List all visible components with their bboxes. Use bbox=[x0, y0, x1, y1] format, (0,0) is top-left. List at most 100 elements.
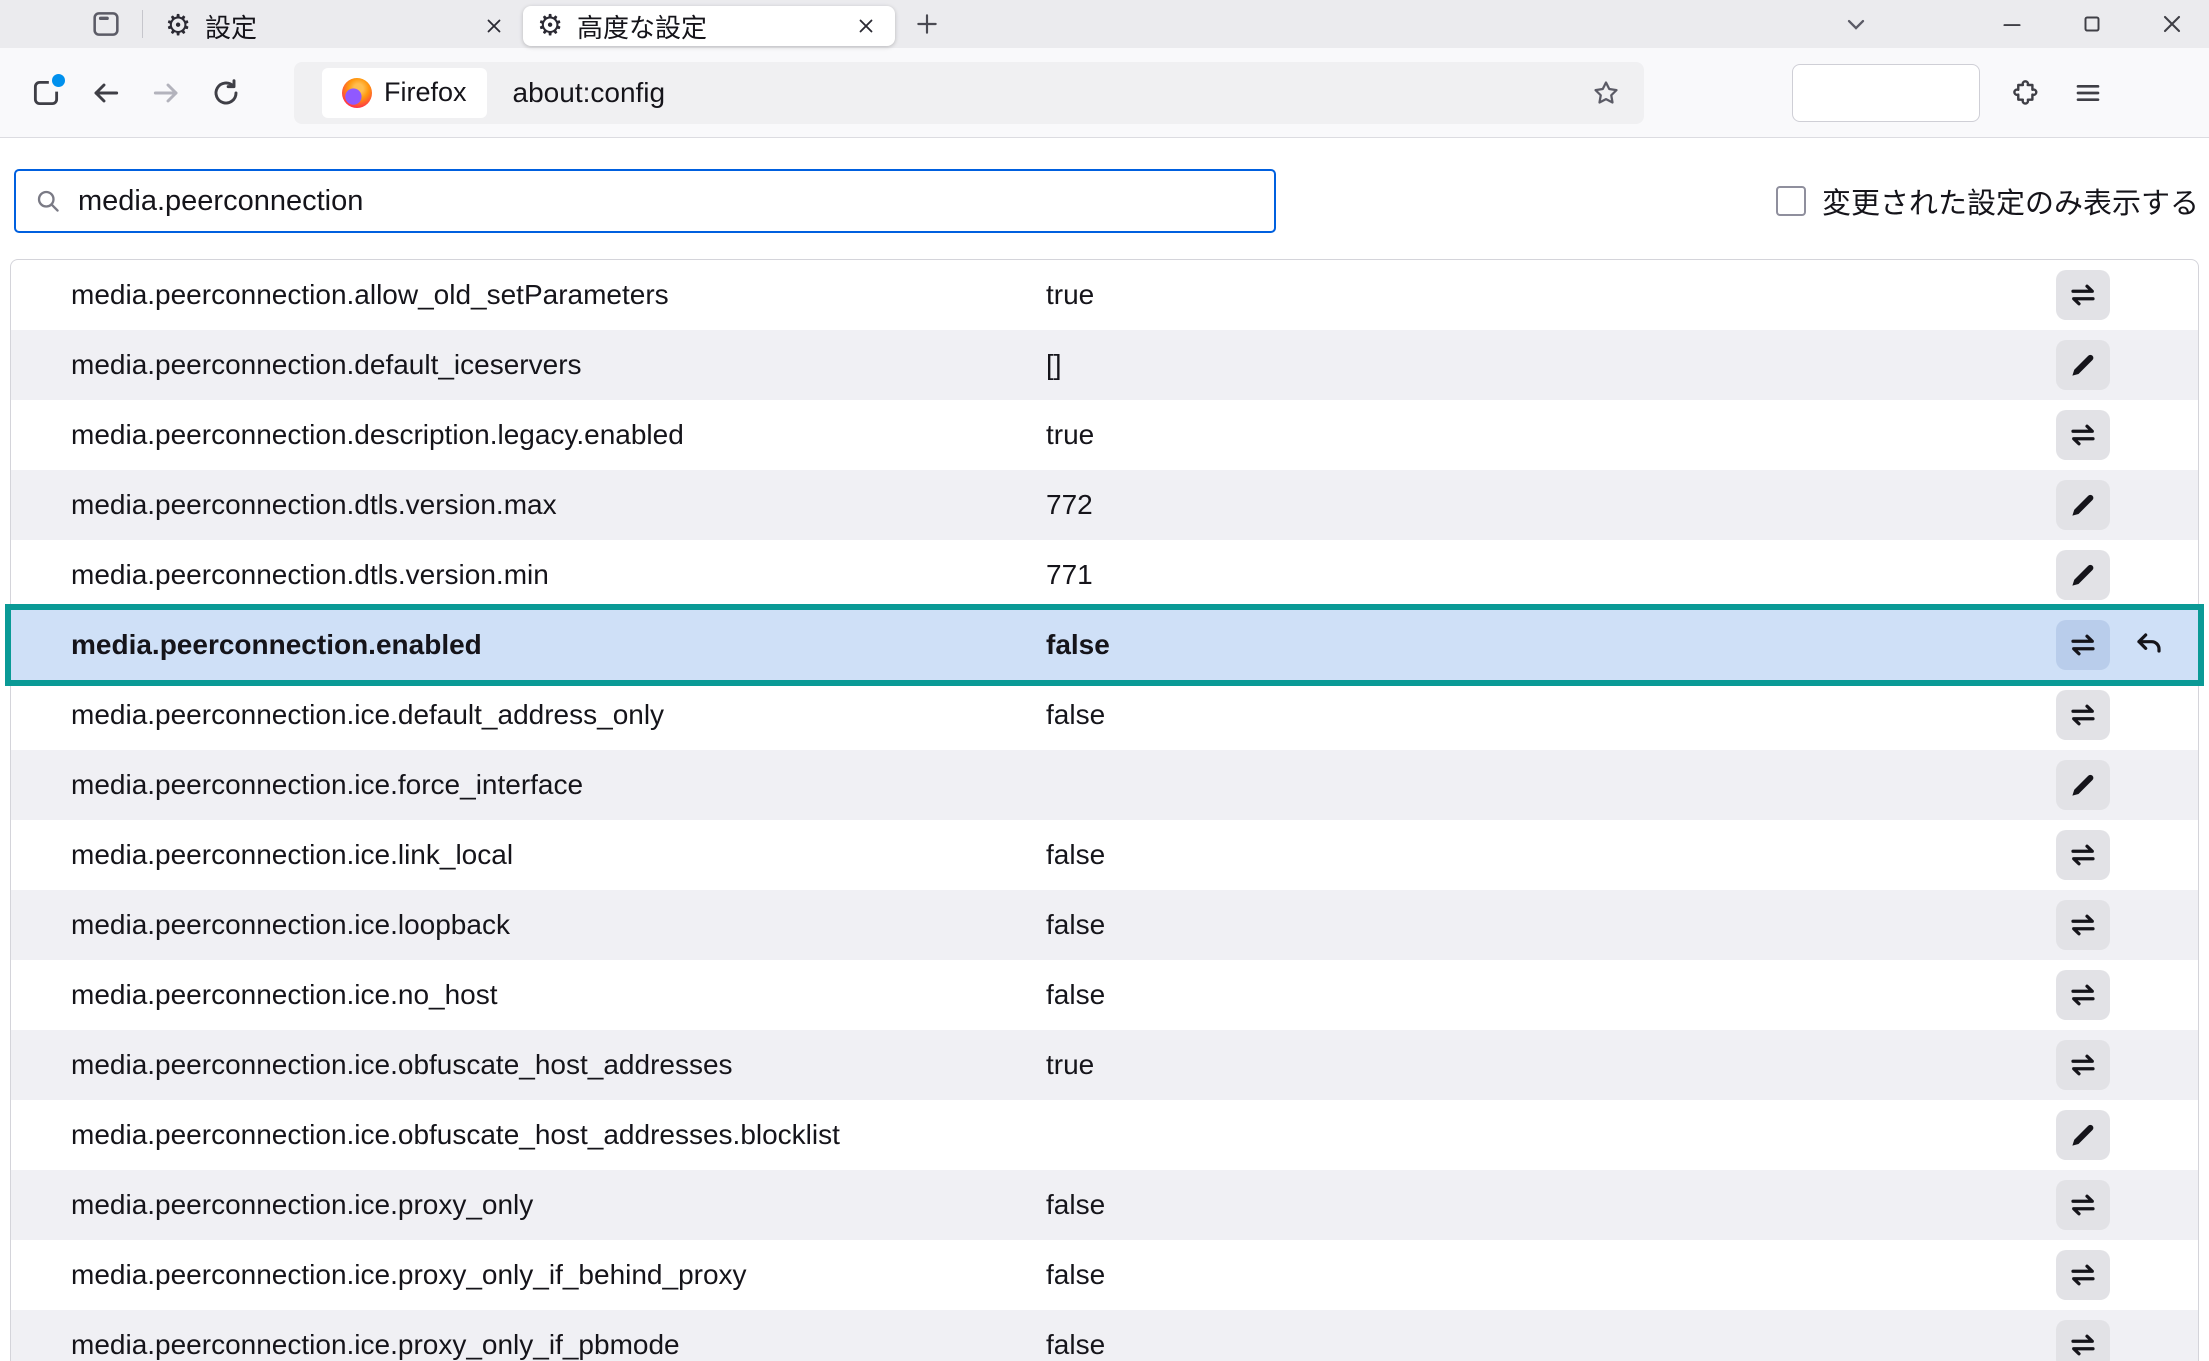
app-menu-button[interactable] bbox=[2064, 69, 2112, 117]
pref-row-highlighted[interactable]: media.peerconnection.enabled false bbox=[11, 610, 2198, 680]
pencil-icon bbox=[2068, 770, 2098, 800]
pref-actions bbox=[2056, 690, 2198, 740]
pref-action-button[interactable] bbox=[2056, 340, 2110, 390]
pref-action-button[interactable] bbox=[2056, 900, 2110, 950]
pref-value: false bbox=[1046, 1329, 2056, 1361]
pref-row[interactable]: media.peerconnection.ice.default_address… bbox=[11, 680, 2198, 750]
show-only-modified-checkbox[interactable] bbox=[1776, 186, 1806, 216]
maximize-icon bbox=[2079, 11, 2105, 37]
pref-action-button[interactable] bbox=[2056, 1180, 2110, 1230]
pref-value: false bbox=[1046, 629, 2056, 661]
pref-action-button[interactable] bbox=[2056, 1040, 2110, 1090]
pref-action-button[interactable] bbox=[2056, 410, 2110, 460]
firefox-logo-icon bbox=[342, 78, 372, 108]
pref-name: media.peerconnection.ice.default_address… bbox=[71, 699, 1046, 731]
pref-name: media.peerconnection.ice.loopback bbox=[71, 909, 1046, 941]
pref-actions bbox=[2056, 620, 2198, 670]
pref-undo-button[interactable] bbox=[2124, 620, 2174, 670]
pref-action-button[interactable] bbox=[2056, 830, 2110, 880]
toggle-icon bbox=[2067, 1189, 2099, 1221]
toggle-icon bbox=[2067, 279, 2099, 311]
pref-value: false bbox=[1046, 839, 2056, 871]
config-search-box[interactable] bbox=[14, 169, 1276, 233]
pref-row[interactable]: media.peerconnection.ice.proxy_only fals… bbox=[11, 1170, 2198, 1240]
pref-row[interactable]: media.peerconnection.allow_old_setParame… bbox=[11, 260, 2198, 330]
window-close-button[interactable] bbox=[2149, 4, 2195, 44]
pref-action-button[interactable] bbox=[2056, 690, 2110, 740]
pref-actions bbox=[2056, 760, 2198, 810]
tab-settings[interactable]: ⚙ 設定 bbox=[151, 6, 523, 46]
pref-name: media.peerconnection.enabled bbox=[71, 629, 1046, 661]
pref-action-button[interactable] bbox=[2056, 1320, 2110, 1361]
config-search-input[interactable] bbox=[78, 185, 1256, 218]
toggle-icon bbox=[2067, 629, 2099, 661]
pref-name: media.peerconnection.ice.link_local bbox=[71, 839, 1046, 871]
pref-name: media.peerconnection.ice.obfuscate_host_… bbox=[71, 1119, 1046, 1151]
pref-action-button[interactable] bbox=[2056, 270, 2110, 320]
pref-action-button[interactable] bbox=[2056, 970, 2110, 1020]
tab-close-icon[interactable] bbox=[477, 9, 511, 43]
pref-action-button[interactable] bbox=[2056, 620, 2110, 670]
pref-name: media.peerconnection.default_iceservers bbox=[71, 349, 1046, 381]
pref-row[interactable]: media.peerconnection.ice.obfuscate_host_… bbox=[11, 1030, 2198, 1100]
pref-value: false bbox=[1046, 979, 2056, 1011]
url-bar[interactable]: Firefox about:config bbox=[294, 62, 1644, 124]
pref-row[interactable]: media.peerconnection.ice.proxy_only_if_b… bbox=[11, 1240, 2198, 1310]
pref-row[interactable]: media.peerconnection.ice.loopback false bbox=[11, 890, 2198, 960]
pref-value: false bbox=[1046, 1259, 2056, 1291]
extensions-button[interactable] bbox=[2002, 69, 2050, 117]
pref-row[interactable]: media.peerconnection.dtls.version.max 77… bbox=[11, 470, 2198, 540]
pref-action-button[interactable] bbox=[2056, 1250, 2110, 1300]
pref-row[interactable]: media.peerconnection.dtls.version.min 77… bbox=[11, 540, 2198, 610]
pref-actions bbox=[2056, 410, 2198, 460]
pref-name: media.peerconnection.ice.obfuscate_host_… bbox=[71, 1049, 1046, 1081]
pref-action-button[interactable] bbox=[2056, 760, 2110, 810]
pref-value: 772 bbox=[1046, 489, 2056, 521]
window-minimize-button[interactable] bbox=[1989, 4, 2035, 44]
back-button[interactable] bbox=[82, 69, 130, 117]
firefox-view-button[interactable] bbox=[84, 4, 128, 44]
tab-label: 高度な設定 bbox=[577, 8, 849, 45]
pref-row[interactable]: media.peerconnection.ice.proxy_only_if_p… bbox=[11, 1310, 2198, 1361]
pref-action-button[interactable] bbox=[2056, 550, 2110, 600]
url-text[interactable]: about:config bbox=[513, 77, 1584, 109]
firefox-view-toolbar-button[interactable] bbox=[22, 69, 70, 117]
reload-button[interactable] bbox=[202, 69, 250, 117]
pref-row[interactable]: media.peerconnection.ice.force_interface bbox=[11, 750, 2198, 820]
bookmark-star-button[interactable] bbox=[1584, 71, 1628, 115]
new-tab-button[interactable] bbox=[905, 4, 949, 44]
pencil-icon bbox=[2068, 1120, 2098, 1150]
toolbar-empty-field[interactable] bbox=[1792, 64, 1980, 122]
chevron-down-icon bbox=[1842, 10, 1870, 38]
pref-action-button[interactable] bbox=[2056, 1110, 2110, 1160]
pref-row[interactable]: media.peerconnection.description.legacy.… bbox=[11, 400, 2198, 470]
pref-value: false bbox=[1046, 699, 2056, 731]
pref-name: media.peerconnection.ice.force_interface bbox=[71, 769, 1046, 801]
forward-button[interactable] bbox=[142, 69, 190, 117]
pref-row[interactable]: media.peerconnection.ice.link_local fals… bbox=[11, 820, 2198, 890]
pref-name: media.peerconnection.ice.proxy_only_if_b… bbox=[71, 1259, 1046, 1291]
pref-action-button[interactable] bbox=[2056, 480, 2110, 530]
puzzle-piece-icon bbox=[2010, 77, 2042, 109]
pencil-icon bbox=[2068, 560, 2098, 590]
pref-row[interactable]: media.peerconnection.ice.obfuscate_host_… bbox=[11, 1100, 2198, 1170]
back-arrow-icon bbox=[90, 77, 122, 109]
pref-value: false bbox=[1046, 909, 2056, 941]
window-maximize-button[interactable] bbox=[2069, 4, 2115, 44]
pencil-icon bbox=[2068, 490, 2098, 520]
pref-value: false bbox=[1046, 1189, 2056, 1221]
show-only-modified-control: 変更された設定のみ表示する bbox=[1776, 180, 2199, 222]
pref-value: 771 bbox=[1046, 559, 2056, 591]
identity-chip[interactable]: Firefox bbox=[322, 68, 487, 118]
tab-advanced-settings[interactable]: ⚙ 高度な設定 bbox=[523, 6, 895, 46]
pref-actions bbox=[2056, 970, 2198, 1020]
search-icon bbox=[34, 187, 62, 215]
tab-close-icon[interactable] bbox=[849, 9, 883, 43]
pref-row[interactable]: media.peerconnection.default_iceservers … bbox=[11, 330, 2198, 400]
toggle-icon bbox=[2067, 699, 2099, 731]
reload-icon bbox=[210, 77, 242, 109]
list-all-tabs-button[interactable] bbox=[1833, 4, 1879, 44]
pref-actions bbox=[2056, 1040, 2198, 1090]
pref-name: media.peerconnection.description.legacy.… bbox=[71, 419, 1046, 451]
pref-row[interactable]: media.peerconnection.ice.no_host false bbox=[11, 960, 2198, 1030]
